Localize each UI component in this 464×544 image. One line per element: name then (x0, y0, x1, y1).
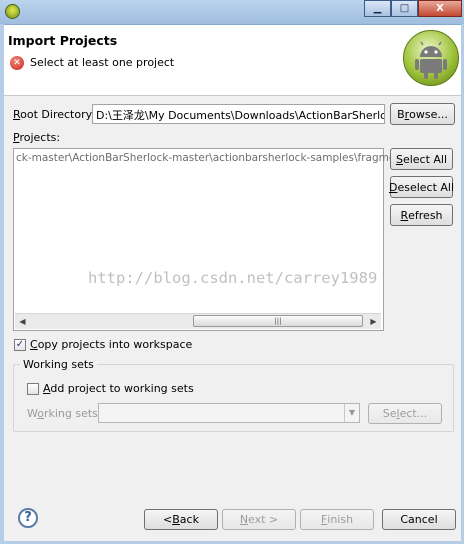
app-icon (5, 4, 20, 19)
root-directory-input[interactable]: D:\王泽龙\My Documents\Downloads\ActionBarS… (92, 104, 385, 124)
back-button[interactable]: < Back (144, 509, 218, 530)
browse-button[interactable]: Br owse... (390, 103, 455, 125)
wizard-content: Root Directory: D:\王泽龙\My Documents\Down… (4, 96, 461, 544)
add-to-working-sets-checkbox[interactable] (27, 383, 39, 395)
minimize-button[interactable]: ▁ (364, 0, 391, 17)
deselect-all-button[interactable]: Deselect All (389, 176, 454, 198)
working-sets-field-label: Working sets: (27, 407, 102, 420)
projects-label: Projects: (13, 131, 61, 144)
chevron-down-icon[interactable]: ▼ (344, 404, 359, 422)
android-logo-icon (403, 30, 459, 86)
window-titlebar: ▁ □ X (0, 0, 464, 25)
select-all-button[interactable]: Select All (390, 148, 453, 170)
working-sets-group-label: Working sets (20, 358, 97, 371)
add-to-working-sets-label: Add project to working sets (43, 382, 194, 395)
working-sets-combo[interactable]: ▼ (98, 403, 360, 423)
cancel-button[interactable]: Cancel (382, 509, 456, 530)
scroll-left-arrow-icon[interactable]: ◀ (15, 314, 30, 329)
finish-button[interactable]: Finish (300, 509, 374, 530)
scroll-right-arrow-icon[interactable]: ▶ (366, 314, 381, 329)
copy-projects-label: Copy projects into workspace (30, 338, 193, 351)
project-list-item[interactable]: ck-master\ActionBarSherlock-master\actio… (16, 152, 416, 164)
next-button[interactable]: Next > (222, 509, 296, 530)
projects-list[interactable]: ck-master\ActionBarSherlock-master\actio… (13, 148, 416, 331)
root-directory-label: Root Directory: (13, 108, 96, 121)
scrollbar-thumb[interactable]: ||| (193, 315, 363, 327)
help-icon[interactable]: ? (18, 508, 38, 528)
horizontal-scrollbar[interactable]: ◀ ||| ▶ (15, 313, 381, 329)
window-controls: ▁ □ X (364, 0, 462, 18)
refresh-button[interactable]: Refresh (390, 204, 453, 226)
error-message: Select at least one project (30, 56, 175, 69)
maximize-button[interactable]: □ (391, 0, 418, 17)
page-title: Import Projects (8, 33, 118, 48)
error-icon: ✕ (10, 56, 24, 70)
android-robot-icon (415, 41, 447, 79)
select-working-sets-button[interactable]: Se l ect... (368, 403, 442, 424)
close-window-button[interactable]: X (418, 0, 462, 17)
copy-projects-checkbox[interactable]: ✓ (14, 339, 26, 351)
wizard-header: Import Projects ✕ Select at least one pr… (4, 25, 461, 96)
watermark-text: http://blog.csdn.net/carrey1989 (88, 269, 378, 287)
